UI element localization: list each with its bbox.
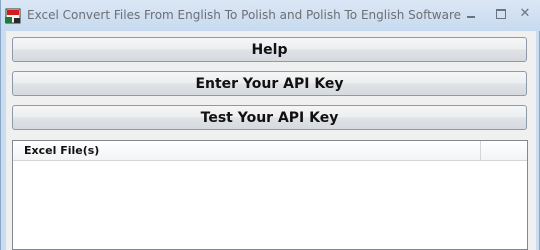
client-area: Help Enter Your API Key Test Your API Ke…: [6, 31, 536, 250]
title-bar[interactable]: Excel Convert Files From English To Poli…: [1, 0, 540, 31]
window-title: Excel Convert Files From English To Poli…: [27, 8, 462, 22]
column-header-excel-files[interactable]: Excel File(s): [13, 141, 481, 160]
minimize-icon[interactable]: [461, 6, 481, 22]
app-icon: [5, 8, 21, 24]
test-api-key-button[interactable]: Test Your API Key: [12, 105, 527, 130]
help-button[interactable]: Help: [12, 37, 527, 62]
enter-api-key-button[interactable]: Enter Your API Key: [12, 71, 527, 96]
app-window: Excel Convert Files From English To Poli…: [0, 0, 540, 250]
file-list[interactable]: Excel File(s): [12, 140, 528, 250]
list-header: Excel File(s): [13, 141, 527, 161]
maximize-icon[interactable]: [491, 6, 511, 22]
close-icon[interactable]: ✕: [515, 6, 535, 22]
